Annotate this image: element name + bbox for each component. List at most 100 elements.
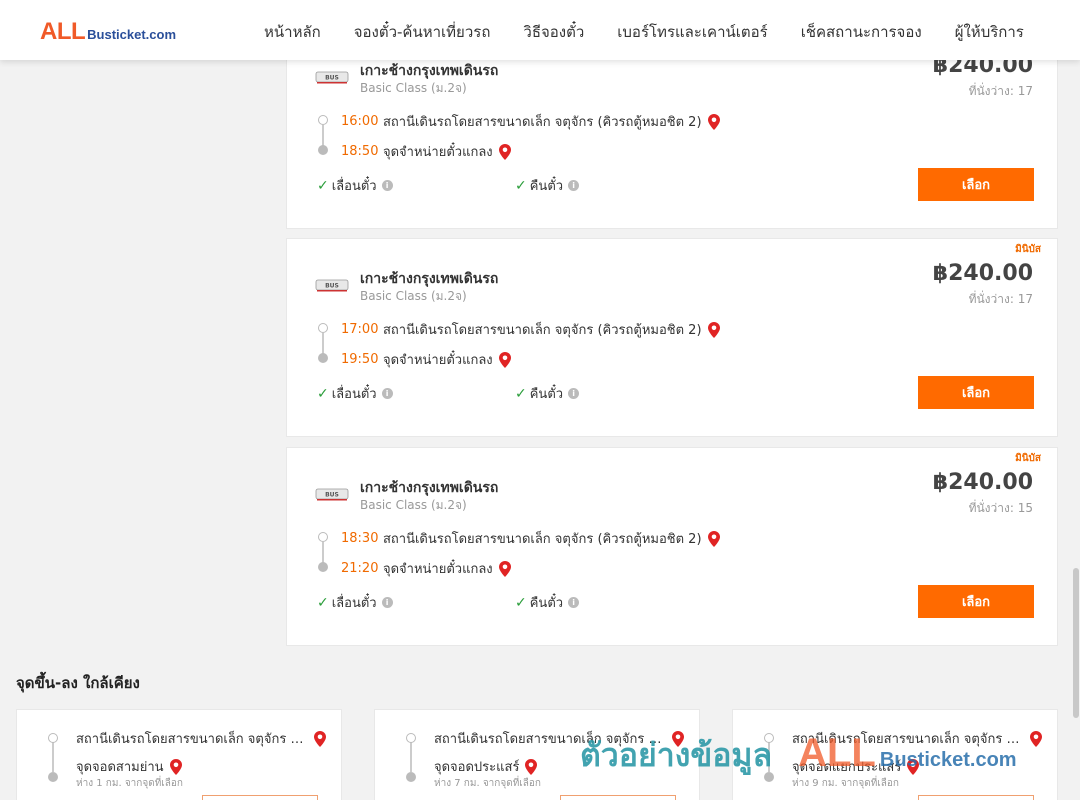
trip-price: ฿240.00 (932, 261, 1033, 286)
nav-home[interactable]: หน้าหลัก (264, 20, 321, 44)
refund-label: คืนตั๋ว (529, 387, 564, 402)
arrive-row: 21:20 จุดจำหน่ายตั๋วแกลง (341, 558, 511, 579)
nearby-from: สถานีเดินรถโดยสารขนาดเล็ก จตุจักร (คิวรถ… (792, 728, 1050, 749)
depart-dot (406, 733, 416, 743)
depart-row: 17:00 สถานีเดินรถโดยสารขนาดเล็ก จตุจักร … (341, 319, 720, 340)
seats-available: ที่นั่งว่าง: 15 (968, 501, 1033, 515)
nearby-distance: ห่าง 9 กม. จากจุดที่เลือก (792, 778, 899, 789)
arrive-dot (318, 562, 328, 572)
nearby-from: สถานีเดินรถโดยสารขนาดเล็ก จตุจักร (คิวรถ… (434, 728, 692, 749)
map-pin-icon[interactable] (498, 351, 511, 368)
reschedule-label: เลื่อนตั๋ว (331, 596, 377, 611)
check-icon: ✓ (317, 177, 329, 194)
nearby-stop-card[interactable]: สถานีเดินรถโดยสารขนาดเล็ก จตุจักร (คิวรถ… (374, 709, 700, 800)
map-pin-icon[interactable] (907, 758, 920, 775)
nearby-to: จุดจอดสามย่าน (76, 756, 182, 777)
select-trip-button[interactable]: เลือก (918, 585, 1034, 618)
trip-card: มินิบัส BUS เกาะช้างกรุงเทพเดินรถ Basic … (286, 447, 1058, 646)
scrollbar-thumb[interactable] (1073, 568, 1079, 718)
route-line (52, 738, 54, 772)
nearby-to-stop: จุดจอดแยกประแสร์ (792, 760, 902, 775)
depart-stop: สถานีเดินรถโดยสารขนาดเล็ก จตุจักร (คิวรถ… (383, 115, 702, 130)
map-pin-icon[interactable] (707, 530, 720, 547)
nav-check-status[interactable]: เช็คสถานะการจอง (801, 20, 922, 44)
nav-phone-counters[interactable]: เบอร์โทรและเคาน์เตอร์ (617, 20, 767, 44)
depart-dot (318, 115, 328, 125)
svg-text:BUS: BUS (325, 492, 339, 499)
route-line (768, 738, 770, 772)
trip-price: ฿240.00 (932, 470, 1033, 495)
map-pin-icon[interactable] (1030, 730, 1042, 747)
info-icon[interactable]: i (381, 388, 393, 399)
nearby-to-stop: จุดจอดประแสร์ (434, 760, 520, 775)
check-icon: ✓ (515, 594, 527, 611)
nearby-from-stop: สถานีเดินรถโดยสารขนาดเล็ก จตุจักร (คิวรถ… (76, 732, 308, 747)
nearby-distance: ห่าง 1 กม. จากจุดที่เลือก (76, 778, 183, 789)
operator-logo-icon: BUS (315, 279, 349, 292)
nearby-to-stop: จุดจอดสามย่าน (76, 760, 164, 775)
minibus-badge: มินิบัส (1015, 453, 1041, 464)
svg-text:BUS: BUS (325, 75, 339, 82)
select-trip-button[interactable]: เลือก (918, 168, 1034, 201)
depart-dot (318, 323, 328, 333)
main-nav: หน้าหลัก จองตั๋ว-ค้นหาเที่ยวรถ วิธีจองตั… (264, 20, 1024, 44)
seats-available: ที่นั่งว่าง: 17 (968, 84, 1033, 98)
route-line (410, 738, 412, 772)
nearby-stop-card[interactable]: สถานีเดินรถโดยสารขนาดเล็ก จตุจักร (คิวรถ… (732, 709, 1058, 800)
map-pin-icon[interactable] (672, 730, 684, 747)
nearby-select-button[interactable] (918, 795, 1034, 800)
map-pin-icon[interactable] (498, 143, 511, 160)
arrive-dot (406, 772, 416, 782)
refund-feature: ✓ คืนตั๋ว i (515, 175, 580, 196)
nearby-stop-card[interactable]: สถานีเดินรถโดยสารขนาดเล็ก จตุจักร (คิวรถ… (16, 709, 342, 800)
depart-row: 18:30 สถานีเดินรถโดยสารขนาดเล็ก จตุจักร … (341, 528, 720, 549)
site-logo[interactable]: ALL Busticket.com (40, 18, 176, 46)
nearby-distance: ห่าง 7 กม. จากจุดที่เลือก (434, 778, 541, 789)
bus-class: Basic Class (ม.2จ) (360, 289, 467, 303)
nearby-to: จุดจอดแยกประแสร์ (792, 756, 920, 777)
depart-time: 17:00 (341, 322, 379, 337)
info-icon[interactable]: i (568, 597, 580, 608)
map-pin-icon[interactable] (707, 113, 720, 130)
refund-label: คืนตั๋ว (529, 179, 564, 194)
nearby-select-button[interactable] (560, 795, 676, 800)
arrive-stop: จุดจำหน่ายตั๋วแกลง (383, 145, 493, 160)
arrive-time: 19:50 (341, 352, 379, 367)
arrive-stop: จุดจำหน่ายตั๋วแกลง (383, 562, 493, 577)
site-header: ALL Busticket.com หน้าหลัก จองตั๋ว-ค้นหา… (0, 0, 1080, 60)
check-icon: ✓ (515, 177, 527, 194)
nearby-from-stop: สถานีเดินรถโดยสารขนาดเล็ก จตุจักร (คิวรถ… (792, 732, 1024, 747)
arrive-row: 19:50 จุดจำหน่ายตั๋วแกลง (341, 349, 511, 370)
refund-feature: ✓ คืนตั๋ว i (515, 592, 580, 613)
trip-card: มินิบัส BUS เกาะช้างกรุงเทพเดินรถ Basic … (286, 238, 1058, 437)
map-pin-icon[interactable] (498, 560, 511, 577)
info-icon[interactable]: i (568, 388, 580, 399)
arrive-stop: จุดจำหน่ายตั๋วแกลง (383, 353, 493, 368)
nearby-stops-title: จุดขึ้น-ลง ใกล้เคียง (16, 674, 140, 692)
info-icon[interactable]: i (568, 180, 580, 191)
arrive-row: 18:50 จุดจำหน่ายตั๋วแกลง (341, 141, 511, 162)
arrive-time: 21:20 (341, 561, 379, 576)
bus-class: Basic Class (ม.2จ) (360, 498, 467, 512)
info-icon[interactable]: i (381, 180, 393, 191)
select-trip-button[interactable]: เลือก (918, 376, 1034, 409)
bus-class: Basic Class (ม.2จ) (360, 81, 467, 95)
map-pin-icon[interactable] (525, 758, 538, 775)
nearby-select-button[interactable] (202, 795, 318, 800)
nav-book-search[interactable]: จองตั๋ว-ค้นหาเที่ยวรถ (354, 20, 491, 44)
nav-operators[interactable]: ผู้ให้บริการ (955, 20, 1024, 44)
map-pin-icon[interactable] (707, 321, 720, 338)
minibus-badge: มินิบัส (1015, 244, 1041, 255)
info-icon[interactable]: i (381, 597, 393, 608)
logo-busticket-text: Busticket.com (87, 27, 177, 42)
seats-available: ที่นั่งว่าง: 17 (968, 292, 1033, 306)
refund-label: คืนตั๋ว (529, 596, 564, 611)
map-pin-icon[interactable] (314, 730, 326, 747)
depart-time: 16:00 (341, 114, 379, 129)
map-pin-icon[interactable] (169, 758, 182, 775)
reschedule-label: เลื่อนตั๋ว (331, 387, 377, 402)
operator-logo-icon: BUS (315, 488, 349, 501)
nearby-from: สถานีเดินรถโดยสารขนาดเล็ก จตุจักร (คิวรถ… (76, 728, 334, 749)
check-icon: ✓ (515, 385, 527, 402)
nav-how-to-book[interactable]: วิธีจองตั๋ว (523, 20, 584, 44)
